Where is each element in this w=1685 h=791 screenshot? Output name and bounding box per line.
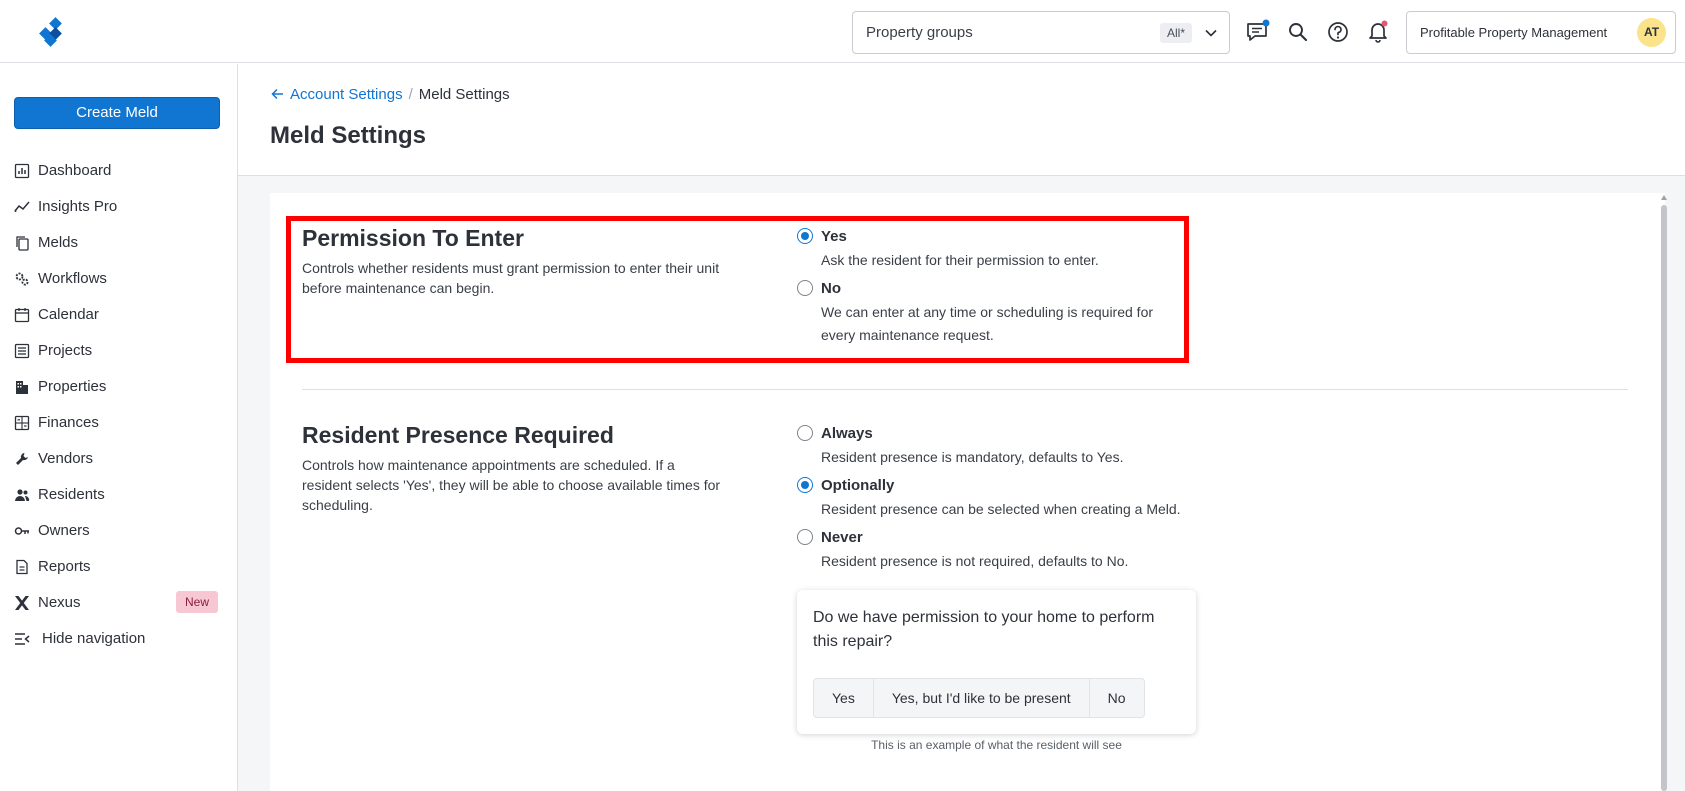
presence-never-description: Resident presence is not required, defau… — [821, 553, 1129, 569]
permission-yes-radio[interactable] — [797, 228, 813, 244]
calculator-icon — [14, 415, 30, 431]
copy-icon — [16, 236, 29, 251]
presence-optionally-description: Resident presence can be selected when c… — [821, 501, 1181, 517]
sidebar-item-insights-pro[interactable]: Insights Pro — [14, 195, 224, 219]
sidebar-item-label: Finances — [38, 414, 99, 431]
presence-always-label[interactable]: Always — [821, 425, 873, 442]
sidebar-item-dashboard[interactable]: Dashboard — [14, 159, 224, 183]
breadcrumb-back-label: Account Settings — [290, 86, 403, 103]
organization-switcher[interactable]: Profitable Property Management AT — [1406, 11, 1676, 54]
permission-yes-label[interactable]: Yes — [821, 228, 847, 245]
preview-note: This is an example of what the resident … — [871, 738, 1122, 752]
property-groups-badge: All* — [1160, 23, 1193, 43]
help-icon[interactable] — [1325, 19, 1351, 45]
presence-never-label[interactable]: Never — [821, 529, 863, 546]
sidebar-item-label: Insights Pro — [38, 198, 118, 215]
sidebar-item-properties[interactable]: Properties — [14, 375, 224, 399]
sidebar-item-label: Melds — [38, 234, 79, 251]
breadcrumb-back-link[interactable]: Account Settings — [271, 86, 403, 103]
dashboard-icon — [14, 163, 30, 179]
preview-yes-present-button[interactable]: Yes, but I'd like to be present — [874, 679, 1090, 717]
sidebar-item-owners[interactable]: Owners — [14, 519, 224, 543]
sidebar-item-label: Vendors — [38, 450, 94, 467]
wrench-icon — [16, 453, 28, 465]
presence-always-radio[interactable] — [797, 425, 813, 441]
bell-icon[interactable] — [1365, 19, 1391, 45]
sidebar: Create Meld Dashboard Insights Pro Melds… — [0, 64, 238, 791]
breadcrumb-separator: / — [408, 86, 413, 103]
preview-button-group: Yes Yes, but I'd like to be present No — [813, 678, 1145, 718]
scrollbar-thumb[interactable] — [1661, 205, 1667, 791]
sidebar-item-label: Reports — [38, 558, 91, 575]
permission-no-label[interactable]: No — [821, 280, 841, 297]
sidebar-item-label: Owners — [38, 522, 90, 539]
sidebar-item-reports[interactable]: Reports — [14, 555, 224, 579]
sidebar-item-label: Workflows — [38, 270, 107, 287]
sidebar-item-nexus[interactable]: Nexus New — [14, 591, 224, 615]
presence-optionally-label[interactable]: Optionally — [821, 477, 894, 494]
sidebar-item-label: Residents — [38, 486, 105, 503]
page-title: Meld Settings — [270, 122, 427, 149]
avatar: AT — [1637, 18, 1666, 47]
chart-line-icon — [14, 201, 30, 212]
sidebar-item-calendar[interactable]: Calendar — [14, 303, 224, 327]
gears-icon — [15, 272, 29, 286]
create-meld-button[interactable]: Create Meld — [14, 97, 220, 129]
arrow-left-icon — [271, 88, 283, 100]
chat-icon[interactable] — [1245, 19, 1271, 45]
preview-no-button[interactable]: No — [1090, 679, 1144, 717]
sidebar-item-workflows[interactable]: Workflows — [14, 267, 224, 291]
permission-yes-description: Ask the resident for their permission to… — [821, 252, 1099, 268]
presence-always-description: Resident presence is mandatory, defaults… — [821, 449, 1124, 465]
presence-section-description: Controls how maintenance appointments ar… — [302, 457, 721, 513]
key-icon — [14, 527, 29, 535]
new-badge: New — [176, 591, 219, 613]
organization-name: Profitable Property Management — [1420, 25, 1608, 40]
search-icon[interactable] — [1285, 19, 1311, 45]
nexus-icon — [15, 596, 29, 610]
sidebar-item-melds[interactable]: Melds — [14, 231, 224, 255]
sidebar-item-vendors[interactable]: Vendors — [14, 447, 224, 471]
sidebar-item-residents[interactable]: Residents — [14, 483, 224, 507]
resident-preview-card: Do we have permission to your home to pe… — [797, 590, 1196, 734]
top-bar: Property groups All* Profitable Property… — [0, 0, 1685, 63]
sidebar-item-label: Hide navigation — [42, 630, 146, 647]
presence-never-radio[interactable] — [797, 529, 813, 545]
sidebar-item-label: Calendar — [38, 306, 99, 323]
breadcrumb: Account Settings / Meld Settings — [271, 86, 510, 103]
people-icon — [15, 489, 30, 501]
property-groups-label: Property groups — [866, 24, 973, 41]
sidebar-item-label: Dashboard — [38, 162, 112, 179]
sidebar-item-label: Nexus — [38, 594, 81, 611]
scrollbar[interactable] — [1661, 195, 1667, 791]
section-divider — [302, 389, 1628, 390]
scroll-up-arrow-icon[interactable] — [1661, 195, 1667, 200]
sidebar-item-label: Properties — [38, 378, 107, 395]
presence-optionally-radio[interactable] — [797, 477, 813, 493]
permission-section-description: Controls whether residents must grant pe… — [302, 260, 720, 296]
sidebar-item-label: Projects — [38, 342, 93, 359]
property-groups-select[interactable]: Property groups All* — [852, 11, 1230, 54]
sidebar-item-hide-navigation[interactable]: Hide navigation — [14, 627, 224, 651]
building-icon — [16, 381, 28, 394]
breadcrumb-current: Meld Settings — [418, 86, 510, 103]
list-icon — [14, 343, 30, 359]
preview-question: Do we have permission to your home to pe… — [813, 609, 1155, 650]
chevron-down-icon — [1205, 29, 1217, 37]
document-icon — [16, 559, 28, 575]
permission-section-title: Permission To Enter — [302, 225, 524, 251]
permission-no-radio[interactable] — [797, 280, 813, 296]
sidebar-item-finances[interactable]: Finances — [14, 411, 224, 435]
calendar-icon — [14, 308, 30, 323]
presence-section-title: Resident Presence Required — [302, 422, 614, 448]
preview-yes-button[interactable]: Yes — [814, 679, 874, 717]
permission-no-description: We can enter at any time or scheduling i… — [821, 304, 1154, 343]
logo-icon[interactable] — [36, 17, 66, 47]
sidebar-item-projects[interactable]: Projects — [14, 339, 224, 363]
collapse-icon — [15, 633, 30, 645]
